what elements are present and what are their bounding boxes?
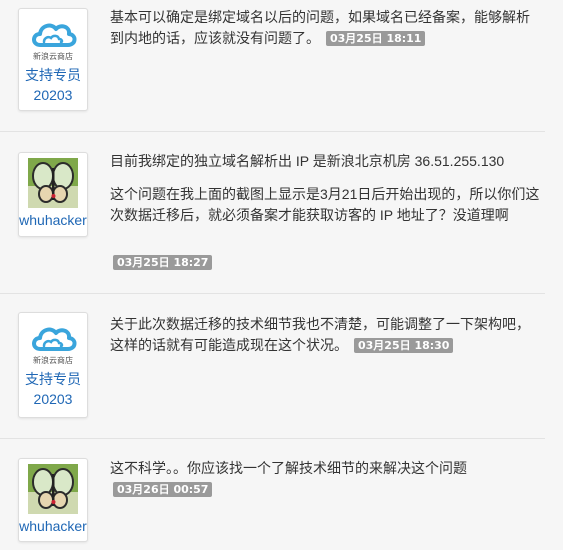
username[interactable]: 支持专员 [19, 65, 87, 85]
avatar-card[interactable]: whuhacker [18, 152, 88, 237]
username[interactable]: whuhacker [19, 516, 87, 536]
post-text: 目前我绑定的独立域名解析出 IP 是新浪北京机房 36.51.255.130 [110, 153, 505, 169]
timestamp-badge: 03月25日 18:27 [113, 255, 213, 270]
timestamp-badge: 03月26日 00:57 [113, 482, 213, 497]
badge-text: 新浪云商店 [33, 51, 73, 61]
timestamp-badge: 03月25日 18:30 [354, 338, 454, 353]
post-1: 新浪云商店 支持专员 20203 基本可以确定是绑定域名以后的问题，如果域名已经… [0, 0, 545, 132]
post-text: 基本可以确定是绑定域名以后的问题，如果域名已经备案，能够解析到内地的话，应该就没… [110, 9, 530, 46]
post-text: 这不科学。。你应该找一个了解技术细节的来解决这个问题 [110, 460, 467, 476]
post-content: 关于此次数据迁移的技术细节我也不清楚，可能调整了一下架构吧，这样的话就有可能造成… [110, 314, 542, 356]
post-text: 关于此次数据迁移的技术细节我也不清楚，可能调整了一下架构吧，这样的话就有可能造成… [110, 316, 530, 353]
sina-cloud-logo-icon: 新浪云商店 [32, 23, 77, 61]
post-2: whuhacker 目前我绑定的独立域名解析出 IP 是新浪北京机房 36.51… [0, 131, 545, 294]
avatar-card[interactable]: 新浪云商店 支持专员 20203 [18, 312, 88, 418]
avatar-card[interactable]: whuhacker [18, 458, 88, 542]
user-id[interactable]: 20203 [19, 389, 87, 409]
post-content: 目前我绑定的独立域名解析出 IP 是新浪北京机房 36.51.255.130 这… [110, 151, 542, 226]
post-3: 新浪云商店 支持专员 20203 关于此次数据迁移的技术细节我也不清楚，可能调整… [0, 293, 545, 439]
post-4: whuhacker 这不科学。。你应该找一个了解技术细节的来解决这个问题 03月… [0, 438, 545, 550]
sina-cloud-logo-icon: 新浪云商店 [32, 327, 77, 365]
timestamp-badge: 03月25日 18:11 [326, 31, 426, 46]
badge-text: 新浪云商店 [33, 355, 73, 365]
post-content: 基本可以确定是绑定域名以后的问题，如果域名已经备案，能够解析到内地的话，应该就没… [110, 7, 542, 49]
butterfly-avatar-icon [28, 464, 78, 514]
post-content: 这不科学。。你应该找一个了解技术细节的来解决这个问题 [110, 458, 542, 479]
user-id[interactable]: 20203 [19, 85, 87, 105]
butterfly-avatar-icon [28, 158, 78, 208]
post-text: 这个问题在我上面的截图上显示是3月21日后开始出现的，所以你们这次数据迁移后，就… [110, 186, 540, 223]
username[interactable]: 支持专员 [19, 369, 87, 389]
avatar-card[interactable]: 新浪云商店 支持专员 20203 [18, 8, 88, 111]
username[interactable]: whuhacker [19, 210, 87, 230]
